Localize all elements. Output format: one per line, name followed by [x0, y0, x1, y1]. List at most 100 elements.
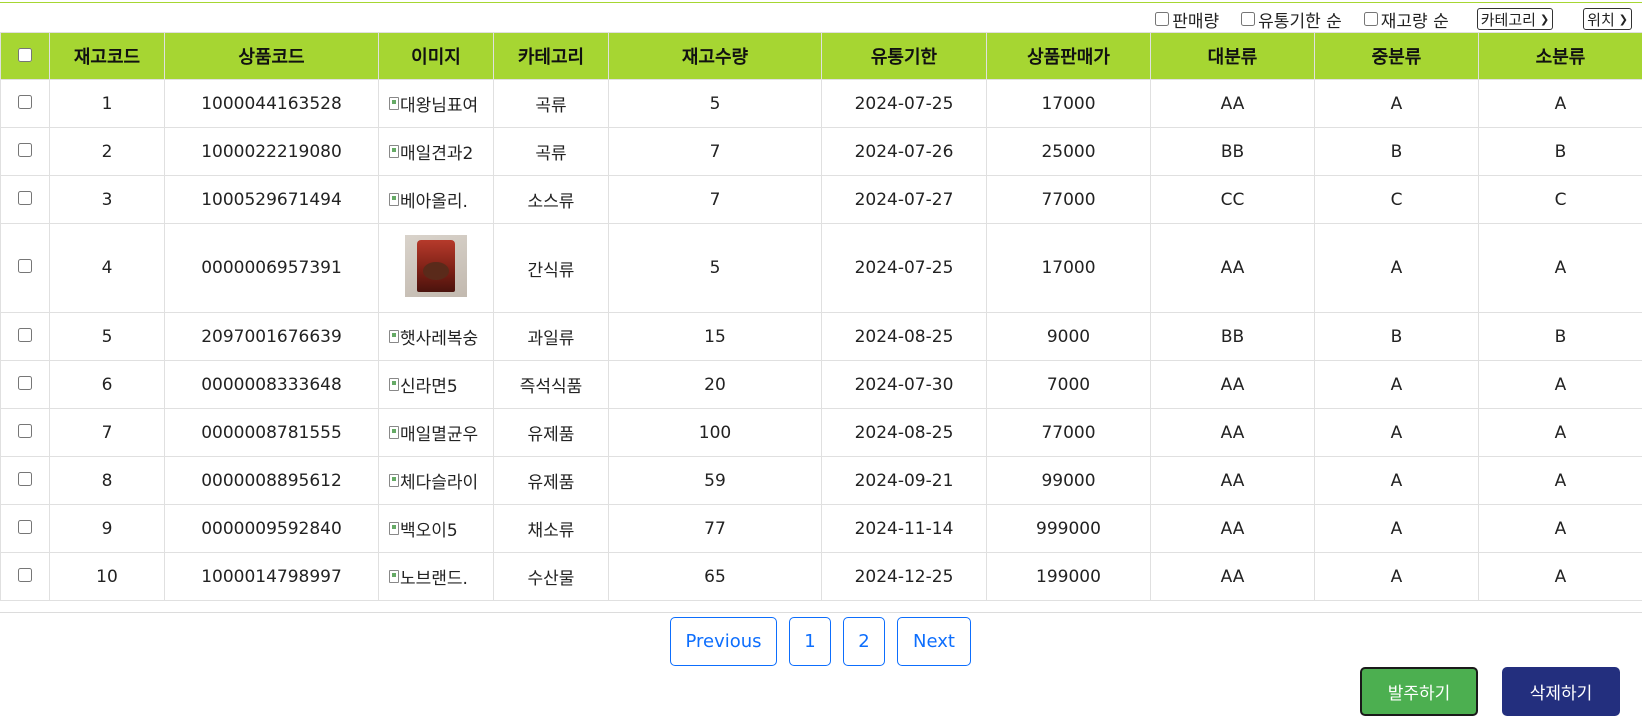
expiry-checkbox[interactable]: [1241, 12, 1256, 26]
previous-page-button[interactable]: Previous: [670, 617, 777, 666]
image-alt-text: 매일멸균우: [400, 425, 479, 445]
cell-major-class: AA: [1150, 504, 1315, 553]
page-2-button[interactable]: 2: [843, 617, 885, 666]
cell-expiry: 2024-09-21: [821, 456, 987, 505]
select-all-checkbox[interactable]: [18, 47, 32, 62]
row-select-cell: [0, 504, 50, 553]
header-image[interactable]: 이미지: [378, 32, 494, 80]
table-row[interactable]: 1 1000044163528 대왕님표여 곡류 5 2024-07-25 17000 AA A…: [0, 79, 1642, 128]
header-middle-class[interactable]: 중분류: [1314, 32, 1479, 80]
cell-middle-class: A: [1314, 408, 1479, 457]
location-select[interactable]: 위치 ❯: [1583, 8, 1632, 30]
header-minor-class[interactable]: 소분류: [1478, 32, 1642, 80]
cell-category: 곡류: [493, 127, 609, 176]
cell-minor-class: A: [1478, 504, 1642, 553]
table-row[interactable]: 5 2097001676639 햇사레복숭 과일류 15 2024-08-25 9000 BB…: [0, 312, 1642, 361]
cell-expiry: 2024-07-25: [821, 79, 987, 128]
expiry-filter[interactable]: 유통기한 순: [1241, 7, 1342, 32]
stock-filter[interactable]: 재고량 순: [1363, 7, 1449, 32]
sales-filter[interactable]: 판매량: [1155, 7, 1219, 32]
cell-quantity: 5: [608, 223, 822, 313]
cell-minor-class: A: [1478, 552, 1642, 601]
next-page-button[interactable]: Next: [897, 617, 971, 666]
cell-image: 매일멸균우: [378, 408, 494, 457]
inventory-table: 재고코드 상품코드 이미지 카테고리 재고수량 유통기한 상품판매가 대분류 중…: [0, 32, 1642, 601]
broken-image: 매일견과2: [389, 139, 473, 164]
cell-major-class: CC: [1150, 175, 1315, 224]
cell-expiry: 2024-07-25: [821, 223, 987, 313]
cell-stock-code: 8: [49, 456, 165, 505]
cell-major-class: AA: [1150, 223, 1315, 313]
row-select-cell: [0, 360, 50, 409]
cell-quantity: 20: [608, 360, 822, 409]
cell-quantity: 65: [608, 552, 822, 601]
table-row[interactable]: 3 1000529671494 베아올리. 소스류 7 2024-07-27 77000 CC…: [0, 175, 1642, 224]
cell-image: 매일견과2: [378, 127, 494, 176]
cell-quantity: 77: [608, 504, 822, 553]
header-category[interactable]: 카테고리: [493, 32, 609, 80]
table-row[interactable]: 8 0000008895612 체다슬라이 유제품 59 2024-09-21 99000 A…: [0, 456, 1642, 505]
header-major-class[interactable]: 대분류: [1150, 32, 1315, 80]
cell-category: 간식류: [493, 223, 609, 313]
cell-category: 즉석식품: [493, 360, 609, 409]
cell-middle-class: C: [1314, 175, 1479, 224]
cell-image: 백오이5: [378, 504, 494, 553]
table-row[interactable]: 4 0000006957391 간식류 5 2024-07-25 17000 AA A A: [0, 223, 1642, 313]
expiry-filter-label: 유통기한 순: [1258, 11, 1342, 32]
cell-price: 7000: [986, 360, 1151, 409]
row-checkbox[interactable]: [18, 519, 32, 534]
delete-button[interactable]: 삭제하기: [1502, 667, 1620, 716]
row-checkbox[interactable]: [18, 142, 32, 157]
cell-quantity: 7: [608, 127, 822, 176]
header-price[interactable]: 상품판매가: [986, 32, 1151, 80]
product-thumbnail: [405, 234, 467, 297]
table-row[interactable]: 10 1000014798997 노브랜드. 수산물 65 2024-12-25 19900…: [0, 552, 1642, 601]
stock-checkbox[interactable]: [1363, 12, 1378, 26]
cell-stock-code: 5: [49, 312, 165, 361]
row-checkbox[interactable]: [18, 327, 32, 342]
header-stock-code[interactable]: 재고코드: [49, 32, 165, 80]
cell-product-code: 0000006957391: [164, 223, 379, 313]
cell-product-code: 0000008895612: [164, 456, 379, 505]
image-alt-text: 베아올리.: [400, 192, 468, 212]
cell-stock-code: 4: [49, 223, 165, 313]
cell-major-class: AA: [1150, 360, 1315, 409]
table-row[interactable]: 7 0000008781555 매일멸균우 유제품 100 2024-08-25 77000…: [0, 408, 1642, 457]
table-row[interactable]: 9 0000009592840 백오이5 채소류 77 2024-11-14 999000 A…: [0, 504, 1642, 553]
header-product-code[interactable]: 상품코드: [164, 32, 379, 80]
order-button[interactable]: 발주하기: [1360, 667, 1478, 716]
cell-major-class: AA: [1150, 408, 1315, 457]
cell-middle-class: A: [1314, 223, 1479, 313]
cell-major-class: BB: [1150, 312, 1315, 361]
row-checkbox[interactable]: [18, 259, 32, 273]
row-checkbox[interactable]: [18, 190, 32, 205]
broken-image-icon: [389, 97, 399, 110]
row-checkbox[interactable]: [18, 423, 32, 438]
row-checkbox[interactable]: [18, 94, 32, 109]
header-quantity[interactable]: 재고수량: [608, 32, 822, 80]
cell-price: 999000: [986, 504, 1151, 553]
cell-product-code: 1000044163528: [164, 79, 379, 128]
category-select[interactable]: 카테고리 ❯: [1476, 8, 1554, 30]
broken-image-icon: [389, 145, 399, 158]
cell-quantity: 15: [608, 312, 822, 361]
cell-minor-class: B: [1478, 127, 1642, 176]
table-row[interactable]: 2 1000022219080 매일견과2 곡류 7 2024-07-26 25000 BB B…: [0, 127, 1642, 176]
cell-category: 곡류: [493, 79, 609, 128]
row-select-cell: [0, 408, 50, 457]
sales-checkbox[interactable]: [1155, 12, 1170, 26]
broken-image-icon: [389, 426, 399, 439]
cell-expiry: 2024-08-25: [821, 312, 987, 361]
cell-image: [378, 223, 494, 313]
row-checkbox[interactable]: [18, 471, 32, 486]
cell-product-code: 0000009592840: [164, 504, 379, 553]
table-row[interactable]: 6 0000008333648 신라면5 즉석식품 20 2024-07-30 7000 AA…: [0, 360, 1642, 409]
row-select-cell: [0, 312, 50, 361]
cell-product-code: 0000008333648: [164, 360, 379, 409]
cell-stock-code: 9: [49, 504, 165, 553]
page-1-button[interactable]: 1: [789, 617, 831, 666]
header-expiry[interactable]: 유통기한: [821, 32, 987, 80]
cell-middle-class: B: [1314, 127, 1479, 176]
row-checkbox[interactable]: [18, 567, 32, 582]
row-checkbox[interactable]: [18, 375, 32, 390]
